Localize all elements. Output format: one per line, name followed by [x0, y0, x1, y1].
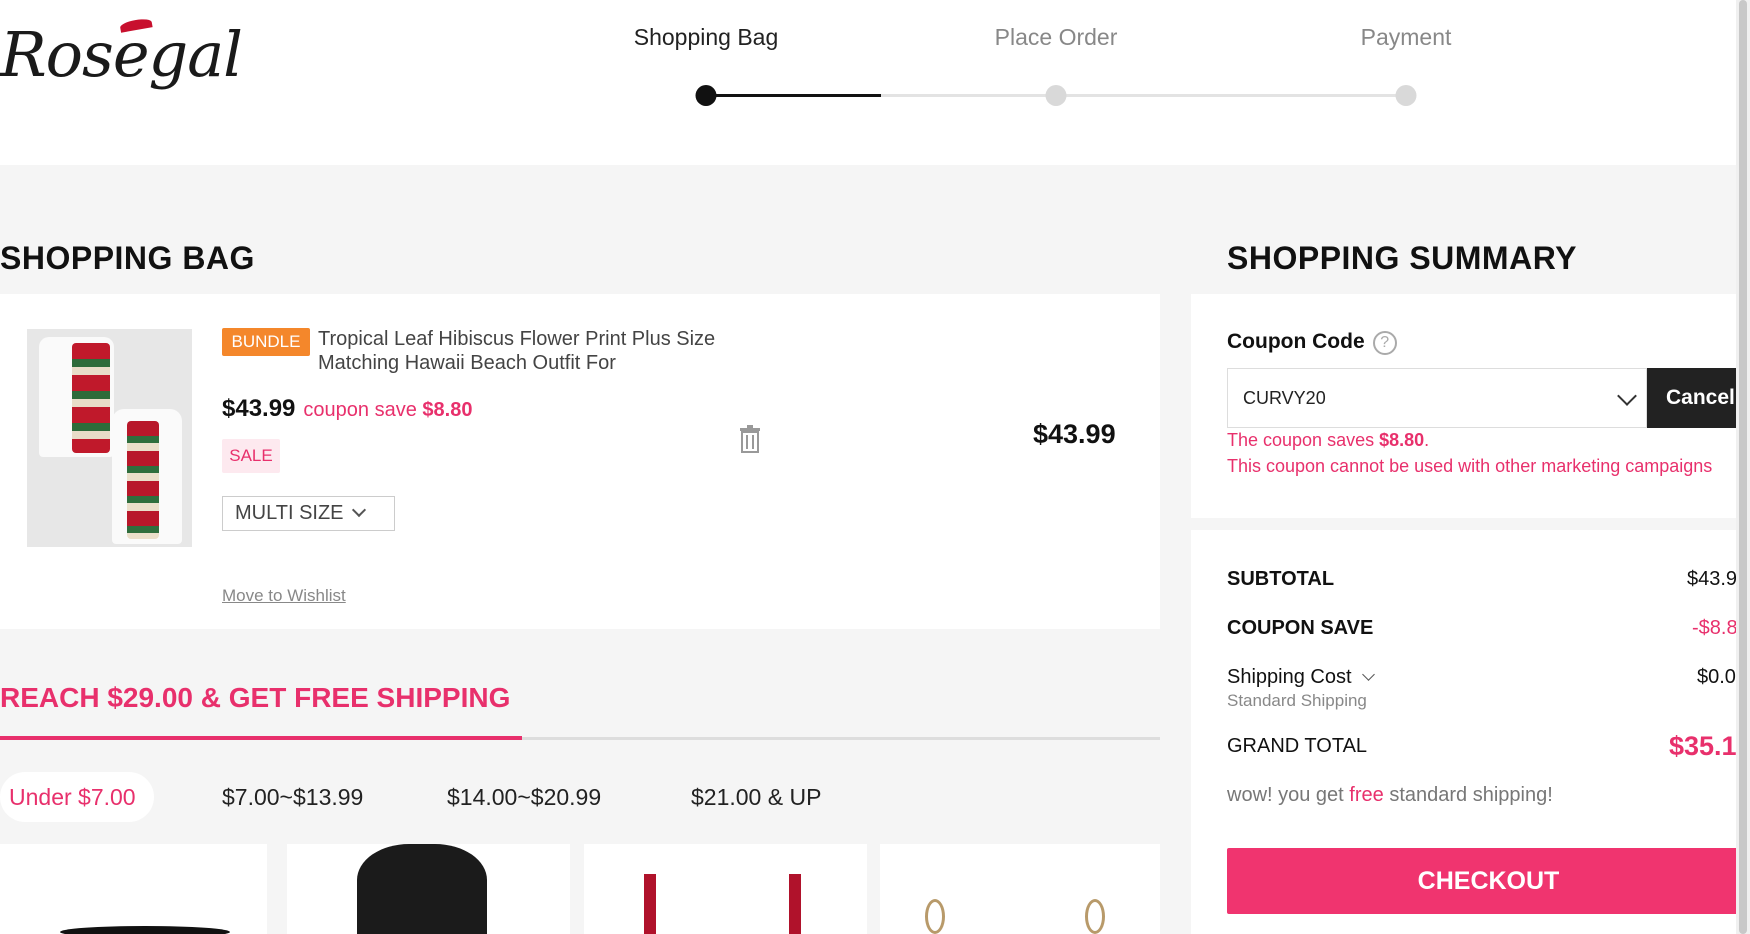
sale-badge: SALE: [222, 439, 280, 473]
free-shipping-suffix: standard shipping!: [1389, 784, 1553, 806]
move-to-wishlist-link[interactable]: Move to Wishlist: [222, 586, 346, 606]
coupon-code-label-text: Coupon Code: [1227, 330, 1365, 353]
grand-total-label: GRAND TOTAL: [1227, 735, 1368, 757]
coupon-save-label: COUPON SAVE: [1227, 617, 1374, 639]
tab-14-to-20[interactable]: $14.00~$20.99: [447, 772, 601, 822]
step-shopping-bag: Shopping Bag: [633, 24, 779, 50]
coupon-saves-suffix: .: [1424, 430, 1430, 450]
free-shipping-message: wow! you get free standard shipping!: [1227, 784, 1553, 807]
chevron-down-icon: [1617, 386, 1637, 406]
coupon-save-amount: $8.80: [422, 399, 473, 421]
coupon-saves-prefix: The coupon saves: [1227, 430, 1375, 450]
shipping-cost-label[interactable]: Shipping Cost: [1227, 666, 1375, 689]
product-1-image: [60, 926, 230, 934]
shopping-bag-title: SHOPPING BAG: [0, 240, 255, 276]
tab-21-and-up[interactable]: $21.00 & UP: [691, 772, 821, 822]
coupon-code-label: Coupon Code?: [1227, 330, 1397, 355]
recommended-product-2[interactable]: [287, 844, 570, 934]
size-value: MULTI SIZE: [235, 502, 344, 524]
shopping-summary-title: SHOPPING SUMMARY: [1227, 240, 1577, 276]
step-place-order: Place Order: [994, 24, 1118, 50]
chevron-down-icon: [1361, 668, 1375, 681]
site-header: Rosegal Shopping Bag Place Order Payment: [0, 0, 1750, 165]
tab-7-to-13[interactable]: $7.00~$13.99: [222, 772, 363, 822]
product-4-earring-left: [925, 899, 945, 934]
free-shipping-title: REACH $29.00 & GET FREE SHIPPING: [0, 682, 511, 713]
product-title[interactable]: Tropical Leaf Hibiscus Flower Print Plus…: [318, 327, 738, 375]
coupon-no-combine-message: This coupon cannot be used with other ma…: [1227, 456, 1713, 476]
size-selector[interactable]: MULTI SIZE: [222, 496, 395, 531]
product-image[interactable]: [27, 329, 192, 547]
coupon-save-note: coupon save $8.80: [303, 399, 472, 421]
product-3-strap-right: [789, 874, 801, 934]
coupon-code-value: CURVY20: [1243, 388, 1326, 408]
step-dot-payment: [1395, 85, 1417, 106]
coupon-code-select[interactable]: CURVY20: [1227, 368, 1647, 428]
shipping-cost-label-text: Shipping Cost: [1227, 666, 1352, 688]
shipping-method: Standard Shipping: [1227, 691, 1367, 710]
order-summary: SUBTOTAL $43.99 COUPON SAVE -$8.80 Shipp…: [1191, 530, 1750, 934]
product-2-image: [357, 844, 487, 934]
product-dress-print: [127, 421, 159, 539]
checkout-button[interactable]: CHECKOUT: [1227, 848, 1750, 914]
line-total: $43.99: [1033, 419, 1116, 449]
cart-item: BUNDLE Tropical Leaf Hibiscus Flower Pri…: [0, 294, 1160, 629]
cancel-coupon-button[interactable]: Cancel: [1647, 368, 1750, 428]
coupon-saves-message: The coupon saves $8.80.: [1227, 430, 1429, 451]
recommended-product-1[interactable]: [0, 844, 267, 934]
product-shirt-print: [72, 343, 110, 453]
coupon-panel: Coupon Code? CURVY20 Cancel The coupon s…: [1191, 294, 1750, 518]
coupon-saves-amount: $8.80: [1379, 430, 1425, 450]
free-shipping-prefix: wow! you get: [1227, 784, 1344, 806]
chevron-down-icon: [351, 502, 366, 518]
bundle-badge: BUNDLE: [222, 328, 310, 356]
tab-under-7[interactable]: Under $7.00: [0, 772, 154, 822]
help-icon[interactable]: ?: [1372, 331, 1397, 355]
product-4-earring-right: [1085, 899, 1105, 934]
step-payment: Payment: [1360, 24, 1452, 50]
recommended-product-3[interactable]: [584, 844, 867, 934]
step-dot-shopping-bag: [695, 85, 717, 106]
page-scrollbar-thumb[interactable]: [1739, 0, 1747, 934]
free-shipping-highlight: free: [1349, 784, 1384, 806]
checkout-steps: Shopping Bag Place Order Payment: [620, 20, 1451, 106]
coupon-save-prefix: coupon save: [303, 399, 417, 421]
recommended-product-4[interactable]: [880, 844, 1160, 934]
recommended-products: [0, 844, 1160, 934]
product-price: $43.99: [222, 395, 296, 422]
product-3-strap-left: [644, 874, 656, 934]
subtotal-label: SUBTOTAL: [1227, 568, 1335, 590]
trash-icon[interactable]: [738, 424, 762, 454]
product-price-row: $43.99 coupon save $8.80: [222, 395, 472, 423]
step-progress-fill: [706, 94, 881, 97]
step-dot-place-order: [1045, 85, 1067, 106]
free-shipping-progress: [0, 736, 522, 740]
